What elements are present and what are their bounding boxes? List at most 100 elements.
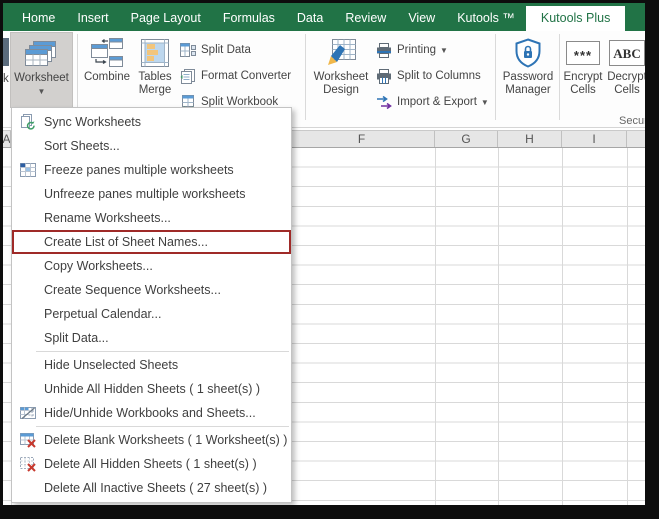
- menu-item-hide-unselected-sheets[interactable]: Hide Unselected Sheets: [12, 353, 291, 377]
- worksheet-icon: [24, 38, 59, 70]
- menu-item-label: Rename Worksheets...: [44, 211, 171, 225]
- menu-item-delete-all-inactive-sheets[interactable]: Delete All Inactive Sheets ( 27 sheet(s)…: [12, 476, 291, 500]
- hide-unhide-icon: [12, 405, 44, 421]
- cropped-workbook-icon: [3, 38, 9, 66]
- column-header-a[interactable]: A: [3, 131, 11, 147]
- sync-worksheets-icon: [12, 114, 44, 130]
- password-manager-icon: [514, 37, 542, 69]
- tab-view[interactable]: View: [397, 6, 446, 31]
- split-data-label: Split Data: [201, 44, 251, 56]
- column-header-partial[interactable]: [627, 131, 645, 147]
- menu-item-unfreeze-panes[interactable]: Unfreeze panes multiple worksheets: [12, 182, 291, 206]
- import-export-icon: [375, 94, 393, 110]
- tab-page-layout[interactable]: Page Layout: [120, 6, 212, 31]
- tab-home[interactable]: Home: [11, 6, 66, 31]
- tables-merge-button[interactable]: Tables Merge: [134, 32, 176, 108]
- grid-vline: [562, 148, 563, 505]
- grid-vline: [435, 148, 436, 505]
- import-export-label: Import & Export: [397, 96, 477, 108]
- menu-item-sync-worksheets[interactable]: Sync Worksheets: [12, 110, 291, 134]
- grid-vline: [498, 148, 499, 505]
- menu-item-delete-blank-worksheets[interactable]: Delete Blank Worksheets ( 1 Worksheet(s)…: [12, 428, 291, 452]
- split-data-button[interactable]: Split Data: [179, 37, 291, 63]
- menu-item-split-data[interactable]: Split Data...: [12, 326, 291, 350]
- decrypt-cells-button[interactable]: ABC Decrypt Cells: [605, 32, 645, 108]
- menu-separator: [36, 426, 289, 427]
- format-converter-icon: [179, 68, 197, 84]
- tables-merge-button-label: Tables Merge: [138, 71, 172, 96]
- menu-item-label: Hide/Unhide Workbooks and Sheets...: [44, 406, 256, 420]
- menu-item-label: Sort Sheets...: [44, 139, 120, 153]
- menu-item-sort-sheets[interactable]: Sort Sheets...: [12, 134, 291, 158]
- worksheet-button[interactable]: Worksheet ▼: [10, 32, 73, 108]
- tab-data[interactable]: Data: [286, 6, 334, 31]
- group-separator: [305, 34, 306, 120]
- password-manager-button-label: Password Manager: [502, 71, 554, 96]
- grid-vline: [627, 148, 628, 505]
- combine-icon: [91, 37, 123, 69]
- combine-button-label: Combine: [83, 71, 131, 83]
- menu-item-label: Delete Blank Worksheets ( 1 Worksheet(s)…: [44, 433, 288, 447]
- menu-item-hide-unhide-workbooks-and-sheets[interactable]: Hide/Unhide Workbooks and Sheets...: [12, 401, 291, 425]
- split-to-columns-icon: [375, 68, 393, 84]
- split-to-columns-button[interactable]: Split to Columns: [375, 63, 489, 89]
- column-header-i[interactable]: I: [562, 131, 627, 147]
- menu-item-copy-worksheets[interactable]: Copy Worksheets...: [12, 254, 291, 278]
- worksheet-button-label: Worksheet: [14, 72, 69, 84]
- screenshot-frame: Home Insert Page Layout Formulas Data Re…: [0, 0, 659, 519]
- excel-window: Home Insert Page Layout Formulas Data Re…: [3, 3, 645, 505]
- menu-item-label: Delete All Inactive Sheets ( 27 sheet(s)…: [44, 481, 268, 495]
- tab-insert[interactable]: Insert: [66, 6, 119, 31]
- split-data-icon: [179, 42, 197, 58]
- tables-merge-icon: [141, 37, 169, 69]
- format-converter-button[interactable]: Format Converter: [179, 63, 291, 89]
- group-separator: [495, 34, 496, 120]
- printing-icon: [375, 42, 393, 58]
- printing-dropdown-caret: ▼: [440, 45, 448, 55]
- menu-item-label: Split Data...: [44, 331, 109, 345]
- printing-button[interactable]: Printing ▼: [375, 37, 489, 63]
- import-export-button[interactable]: Import & Export ▼: [375, 89, 489, 115]
- encrypt-cells-button[interactable]: *** Encrypt Cells: [562, 32, 604, 108]
- menu-item-create-list-of-sheet-names[interactable]: Create List of Sheet Names...: [12, 230, 291, 254]
- tab-formulas[interactable]: Formulas: [212, 6, 286, 31]
- combine-button[interactable]: Combine: [80, 32, 134, 108]
- menu-separator: [36, 351, 289, 352]
- tab-kutools[interactable]: Kutools ™: [446, 6, 526, 31]
- menu-item-rename-worksheets[interactable]: Rename Worksheets...: [12, 206, 291, 230]
- column-header-h[interactable]: H: [498, 131, 562, 147]
- delete-hidden-icon: [12, 456, 44, 472]
- tab-kutools-plus[interactable]: Kutools Plus: [525, 6, 626, 31]
- tab-review[interactable]: Review: [334, 6, 397, 31]
- menu-item-label: Sync Worksheets: [44, 115, 142, 129]
- menu-item-label: Delete All Hidden Sheets ( 1 sheet(s) ): [44, 457, 257, 471]
- worksheet-design-button-label: Worksheet Design: [313, 71, 369, 96]
- worksheet-dropdown-caret: ▼: [37, 87, 46, 96]
- import-export-dropdown-caret: ▼: [480, 97, 489, 107]
- ribbon-small-column-1: Split Data Format Converter Split Workbo…: [179, 37, 291, 115]
- menu-item-freeze-panes[interactable]: Freeze panes multiple worksheets: [12, 158, 291, 182]
- delete-blank-icon: [12, 432, 44, 448]
- freeze-panes-icon: [12, 162, 44, 178]
- encrypt-cells-icon: ***: [566, 37, 600, 69]
- menu-item-label: Freeze panes multiple worksheets: [44, 163, 234, 177]
- column-header-g[interactable]: G: [435, 131, 498, 147]
- menu-item-label: Copy Worksheets...: [44, 259, 153, 273]
- column-header-f[interactable]: F: [289, 131, 435, 147]
- menu-item-perpetual-calendar[interactable]: Perpetual Calendar...: [12, 302, 291, 326]
- ribbon-small-column-2: Printing ▼ Split to Columns Import & Exp…: [375, 37, 489, 115]
- password-manager-button[interactable]: Password Manager: [499, 32, 557, 108]
- menu-item-label: Create Sequence Worksheets...: [44, 283, 221, 297]
- format-converter-label: Format Converter: [201, 70, 292, 82]
- menu-item-label: Unfreeze panes multiple worksheets: [44, 187, 246, 201]
- menu-item-label: Create List of Sheet Names...: [44, 235, 208, 249]
- menu-item-unhide-all-hidden-sheets[interactable]: Unhide All Hidden Sheets ( 1 sheet(s) ): [12, 377, 291, 401]
- menu-item-delete-all-hidden-sheets[interactable]: Delete All Hidden Sheets ( 1 sheet(s) ): [12, 452, 291, 476]
- menu-item-label: Perpetual Calendar...: [44, 307, 162, 321]
- menu-item-create-sequence-worksheets[interactable]: Create Sequence Worksheets...: [12, 278, 291, 302]
- split-to-columns-label: Split to Columns: [397, 70, 481, 82]
- menu-item-label: Hide Unselected Sheets: [44, 358, 179, 372]
- printing-label: Printing: [397, 44, 436, 56]
- encrypt-cells-button-label: Encrypt Cells: [563, 71, 603, 96]
- worksheet-design-button[interactable]: Worksheet Design: [309, 32, 373, 108]
